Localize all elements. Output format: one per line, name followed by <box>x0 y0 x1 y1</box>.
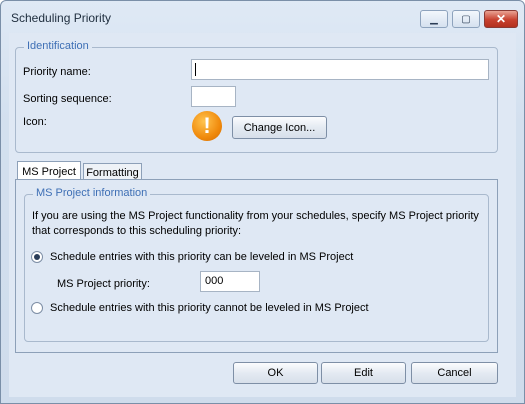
cancel-label: Cancel <box>437 367 472 379</box>
radio-can-be-leveled-label[interactable]: Schedule entries with this priority can … <box>50 251 353 263</box>
change-icon-button[interactable]: Change Icon... <box>232 116 327 139</box>
ms-project-priority-value: 000 <box>205 275 224 287</box>
tab-ms-project-label: MS Project <box>22 165 76 178</box>
ok-label: OK <box>267 367 284 379</box>
warning-icon-glyph: ! <box>203 113 211 138</box>
text-caret <box>195 63 196 76</box>
radio-cannot-be-leveled[interactable] <box>31 302 43 314</box>
ms-project-information-group: MS Project information If you are using … <box>24 187 489 342</box>
tab-ms-project[interactable]: MS Project <box>17 161 81 181</box>
change-icon-label: Change Icon... <box>243 121 316 134</box>
cancel-button[interactable]: Cancel <box>411 362 498 384</box>
window-title: Scheduling Priority <box>11 11 112 25</box>
radio-can-be-leveled[interactable] <box>31 251 43 263</box>
warning-icon: ! <box>192 111 222 141</box>
tab-formatting-label: Formatting <box>86 166 139 179</box>
ms-project-tab-panel: MS Project information If you are using … <box>15 179 498 353</box>
radio-cannot-be-leveled-label[interactable]: Schedule entries with this priority cann… <box>50 302 369 314</box>
dialog-body: Identification Priority name: Sorting se… <box>9 33 516 397</box>
close-button[interactable]: ✕ <box>484 10 518 28</box>
title-bar[interactable]: Scheduling Priority ▁ ▢ ✕ <box>1 1 524 33</box>
close-icon: ✕ <box>495 12 507 26</box>
edit-label: Edit <box>354 367 373 379</box>
sorting-sequence-input[interactable] <box>191 86 236 107</box>
ms-project-priority-label: MS Project priority: <box>57 278 150 290</box>
ms-project-priority-input[interactable]: 000 <box>200 271 260 292</box>
sorting-sequence-label: Sorting sequence: <box>23 93 112 105</box>
priority-name-input[interactable] <box>191 59 489 80</box>
minimize-button[interactable]: ▁ <box>420 10 448 28</box>
maximize-button[interactable]: ▢ <box>452 10 480 28</box>
ms-project-information-legend: MS Project information <box>33 187 151 199</box>
identification-legend: Identification <box>24 40 92 52</box>
minimize-icon: ▁ <box>430 13 438 25</box>
identification-group: Identification Priority name: Sorting se… <box>15 40 498 153</box>
ok-button[interactable]: OK <box>233 362 318 384</box>
maximize-icon: ▢ <box>461 13 471 25</box>
icon-label: Icon: <box>23 116 47 128</box>
scheduling-priority-dialog: Scheduling Priority ▁ ▢ ✕ Identification… <box>0 0 525 404</box>
priority-name-label: Priority name: <box>23 66 91 78</box>
ms-project-description: If you are using the MS Project function… <box>32 210 479 237</box>
edit-button[interactable]: Edit <box>321 362 406 384</box>
